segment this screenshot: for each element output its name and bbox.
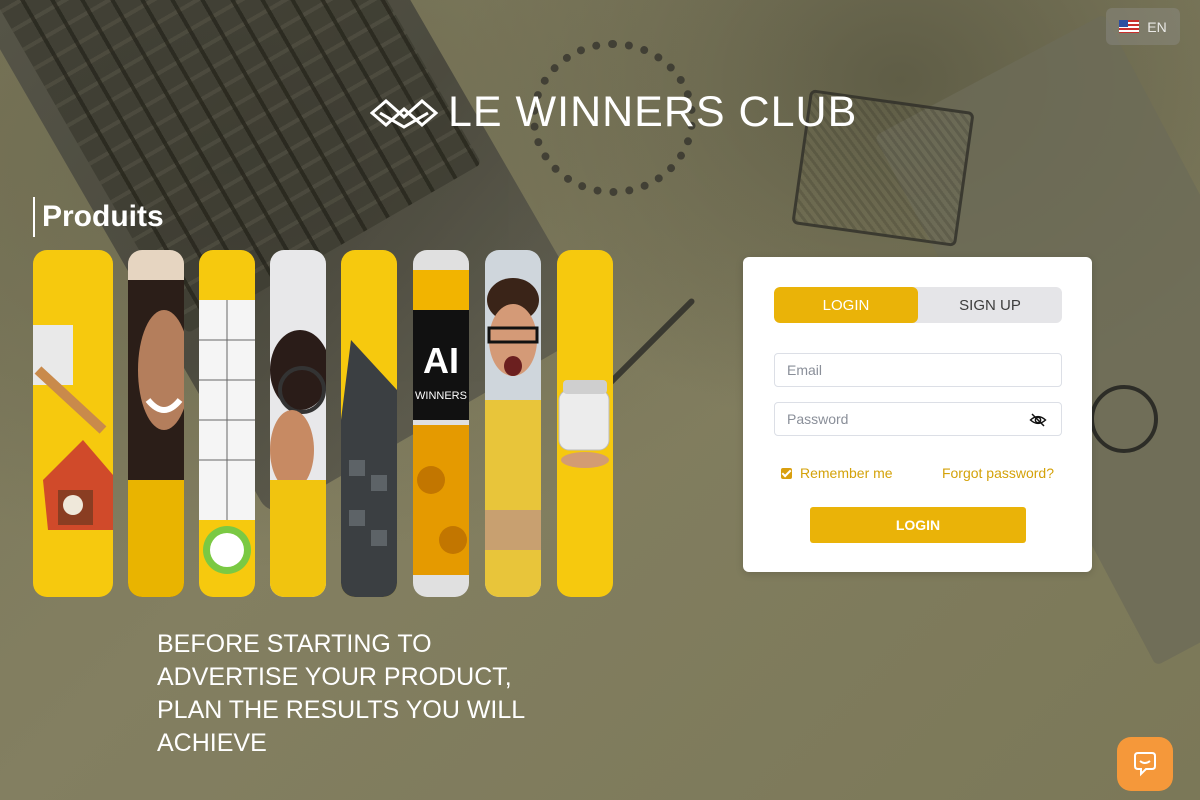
product-strip[interactable] bbox=[485, 250, 541, 597]
product-strip[interactable] bbox=[199, 250, 255, 597]
password-field bbox=[774, 402, 1062, 436]
ai-robot-image bbox=[413, 270, 469, 575]
brand-name: LE WINNERS CLUB bbox=[448, 88, 858, 136]
language-code: EN bbox=[1147, 18, 1167, 35]
calculator-image bbox=[341, 340, 397, 597]
ai-badge-text: AI bbox=[423, 340, 459, 381]
remember-checkbox[interactable] bbox=[781, 467, 792, 479]
auth-tabs: LOGIN SIGN UP bbox=[774, 287, 1062, 323]
product-strip[interactable] bbox=[270, 250, 326, 597]
products-heading: Produits bbox=[33, 197, 164, 237]
tab-signup[interactable]: SIGN UP bbox=[918, 287, 1062, 323]
eye-slash-icon[interactable] bbox=[1029, 411, 1047, 429]
tab-login[interactable]: LOGIN bbox=[774, 287, 918, 323]
remember-label[interactable]: Remember me bbox=[800, 465, 893, 481]
email-input[interactable] bbox=[775, 354, 1061, 386]
password-input[interactable] bbox=[775, 403, 1061, 435]
magnifier-woman-image bbox=[270, 330, 326, 597]
product-strip[interactable] bbox=[557, 250, 613, 597]
login-button[interactable]: LOGIN bbox=[810, 507, 1026, 543]
winners-club-logo-icon bbox=[370, 98, 438, 129]
excited-man-image bbox=[485, 278, 541, 597]
product-strip[interactable] bbox=[128, 250, 184, 597]
product-strip[interactable] bbox=[33, 250, 113, 597]
auth-card: LOGIN SIGN UP Remember me Forgot passwor… bbox=[743, 257, 1092, 572]
ai-badge-subtext: WINNERS bbox=[415, 390, 467, 402]
calendar-clock-image bbox=[199, 300, 255, 574]
smiling-woman-image bbox=[128, 280, 184, 597]
remember-me: Remember me bbox=[781, 465, 893, 481]
brand: LE WINNERS CLUB bbox=[370, 88, 857, 137]
email-field bbox=[774, 353, 1062, 387]
glasses-decoration bbox=[1090, 385, 1158, 453]
forgot-password-link[interactable]: Forgot password? bbox=[942, 465, 1054, 481]
chat-bubble-icon bbox=[1134, 752, 1156, 777]
chopper-product-image bbox=[558, 380, 610, 468]
chat-button[interactable] bbox=[1117, 737, 1173, 791]
dog-house-image bbox=[33, 325, 113, 530]
us-flag-icon bbox=[1119, 20, 1140, 33]
product-strip[interactable] bbox=[341, 250, 397, 597]
product-strip[interactable]: AI WINNERS bbox=[413, 250, 469, 597]
tagline: BEFORE STARTING TO ADVERTISE YOUR PRODUC… bbox=[157, 630, 525, 757]
language-selector[interactable]: EN bbox=[1106, 8, 1180, 45]
